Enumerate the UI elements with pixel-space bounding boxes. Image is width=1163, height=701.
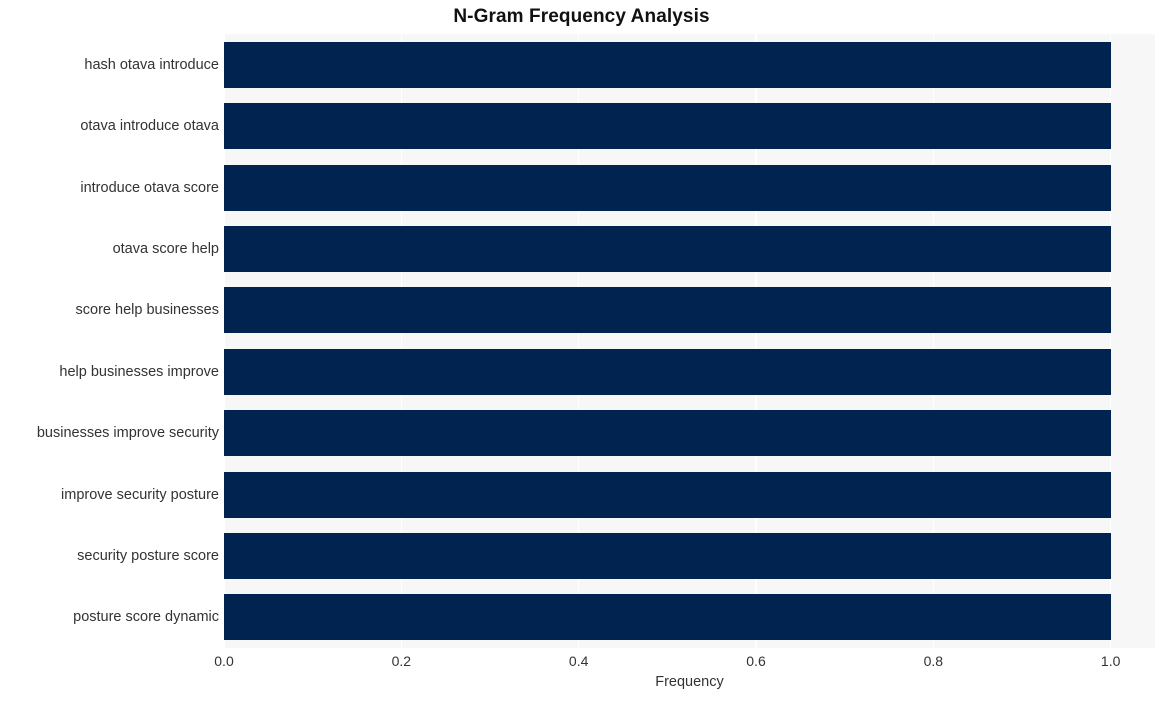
- chart-figure: N-Gram Frequency Analysis hash otava int…: [0, 0, 1163, 701]
- bar[interactable]: [224, 41, 1111, 88]
- bar[interactable]: [224, 532, 1111, 579]
- plot-area: [223, 34, 1155, 648]
- y-tick-label: businesses improve security: [36, 425, 219, 442]
- x-tick-label: 1.0: [1100, 653, 1121, 669]
- bar[interactable]: [224, 594, 1111, 641]
- x-tick-label: 0.0: [214, 653, 234, 669]
- bar[interactable]: [224, 225, 1111, 272]
- bar[interactable]: [224, 348, 1111, 395]
- bar[interactable]: [224, 471, 1111, 518]
- bar[interactable]: [224, 103, 1111, 150]
- y-tick-label: posture score dynamic: [73, 609, 219, 626]
- y-tick-label: score help businesses: [75, 302, 219, 319]
- x-tick-label: 0.8: [923, 653, 944, 669]
- y-tick-label: help businesses improve: [59, 363, 219, 380]
- chart-title: N-Gram Frequency Analysis: [453, 6, 710, 27]
- y-axis-tick-labels: hash otava introduce otava introduce otav…: [0, 34, 219, 648]
- x-tick-label: 0.6: [746, 653, 766, 669]
- y-tick-label: otava score help: [112, 240, 219, 257]
- y-tick-label: security posture score: [77, 547, 219, 564]
- y-tick-label: otava introduce otava: [80, 118, 219, 135]
- bar[interactable]: [224, 410, 1111, 457]
- bar[interactable]: [224, 287, 1111, 334]
- bars-layer: [224, 34, 1155, 648]
- bar[interactable]: [224, 164, 1111, 211]
- y-tick-label: improve security posture: [61, 486, 219, 503]
- y-tick-label: introduce otava score: [80, 179, 219, 196]
- x-tick-label: 0.2: [391, 653, 412, 669]
- y-tick-label: hash otava introduce: [84, 56, 219, 73]
- x-tick-label: 0.4: [568, 653, 589, 669]
- x-axis-tick-labels: 0.0 0.2 0.4 0.6 0.8 1.0: [214, 653, 1155, 673]
- x-axis-title: Frequency: [655, 674, 724, 690]
